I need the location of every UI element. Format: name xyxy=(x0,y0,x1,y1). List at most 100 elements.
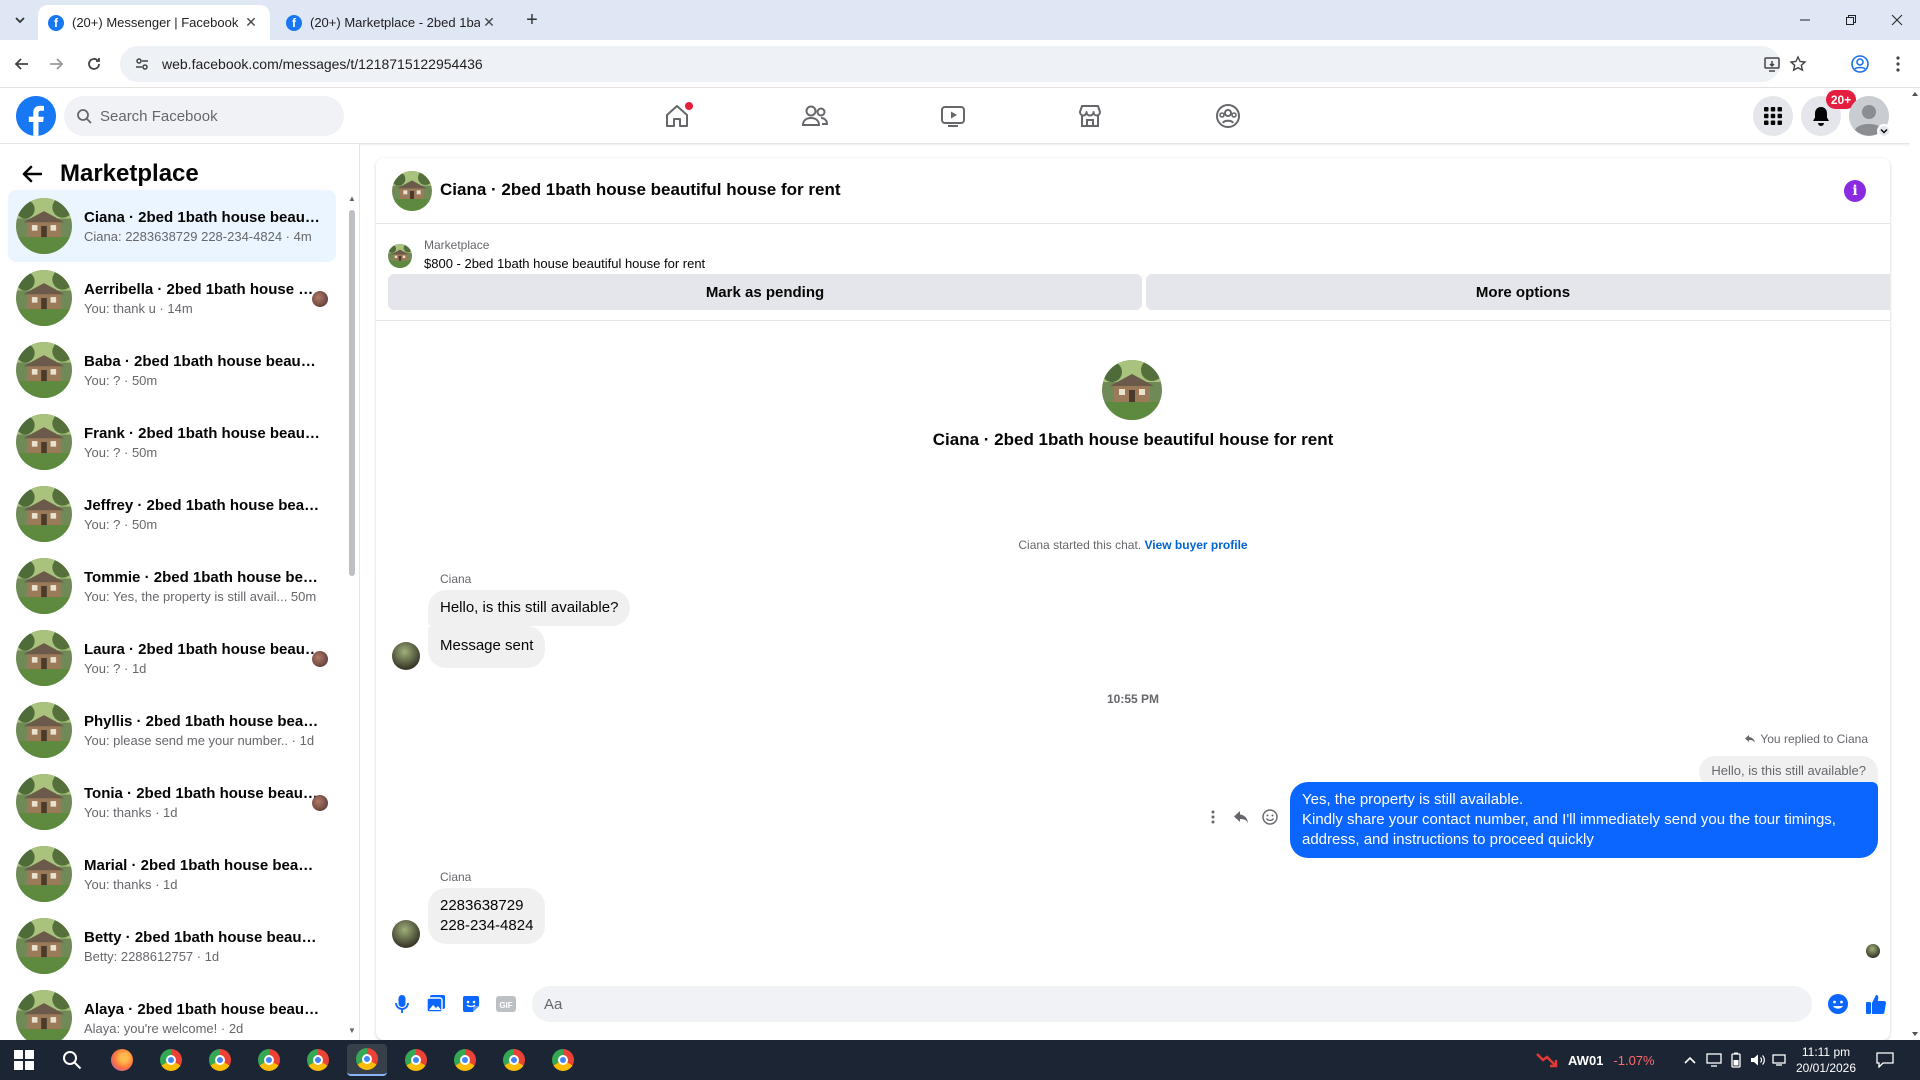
volume-icon[interactable] xyxy=(1750,1050,1766,1070)
forward-button[interactable] xyxy=(44,52,68,76)
chrome-taskbar-icon[interactable] xyxy=(249,1044,289,1076)
address-bar[interactable]: web.facebook.com/messages/t/121871512295… xyxy=(120,46,1807,82)
sender-avatar[interactable] xyxy=(392,920,420,948)
conversation-item[interactable]: Jeffrey · 2bed 1bath house beautiful hou… xyxy=(8,478,336,550)
conversation-text: Frank · 2bed 1bath house beautiful house… xyxy=(84,425,320,460)
sender-name: Ciana xyxy=(440,572,472,586)
page-scrollbar[interactable] xyxy=(1910,88,1920,1040)
menu-grid-button[interactable] xyxy=(1753,96,1793,136)
browser-tab-messenger[interactable]: f (20+) Messenger | Facebook ✕ xyxy=(38,5,270,40)
system-clock[interactable]: 11:11 pm 20/01/2026 xyxy=(1786,1044,1866,1076)
sidebar-scrollbar[interactable] xyxy=(349,210,355,576)
microphone-icon[interactable] xyxy=(390,992,414,1016)
facebook-logo-icon[interactable] xyxy=(16,96,56,136)
thumbs-up-icon[interactable] xyxy=(1864,992,1888,1016)
message-input[interactable] xyxy=(544,995,1744,1013)
back-button[interactable] xyxy=(10,52,34,76)
site-info-icon[interactable] xyxy=(134,56,150,72)
chrome-taskbar-icon[interactable] xyxy=(200,1044,240,1076)
reply-icon[interactable] xyxy=(1230,806,1252,828)
reload-button[interactable] xyxy=(82,52,106,76)
chat-avatar[interactable] xyxy=(392,171,432,211)
close-tab-icon[interactable]: ✕ xyxy=(480,14,498,32)
chrome-taskbar-icon-active[interactable] xyxy=(347,1044,387,1076)
chrome-taskbar-icon[interactable] xyxy=(396,1044,436,1076)
message-more-icon[interactable] xyxy=(1202,806,1224,828)
display-icon[interactable] xyxy=(1772,1050,1786,1070)
incoming-message[interactable]: 2283638729 228-234-4824 xyxy=(428,888,546,944)
clock-date: 20/01/2026 xyxy=(1795,1061,1857,1075)
sender-avatar[interactable] xyxy=(392,642,420,670)
windows-start-icon[interactable] xyxy=(14,1050,34,1070)
account-avatar[interactable] xyxy=(1849,96,1891,138)
battery-icon[interactable] xyxy=(1730,1050,1742,1070)
incoming-message[interactable]: Message sent xyxy=(428,626,546,668)
restore-window-button[interactable] xyxy=(1828,0,1874,40)
mark-as-pending-button[interactable]: Mark as pending xyxy=(388,274,1142,310)
conversation-name: Marial · 2bed 1bath house beautiful hous… xyxy=(84,856,320,874)
divider xyxy=(376,320,1890,321)
conversation-name: Tommie · 2bed 1bath house beautiful hous… xyxy=(84,568,320,586)
profile-icon[interactable] xyxy=(1848,52,1872,76)
photo-icon[interactable] xyxy=(424,992,448,1016)
nav-groups[interactable] xyxy=(1172,92,1284,140)
conversation-item[interactable]: Betty · 2bed 1bath house beautiful house… xyxy=(8,910,336,982)
emoji-icon[interactable] xyxy=(1826,992,1850,1016)
conversation-item[interactable]: Baba · 2bed 1bath house beautiful house … xyxy=(8,334,336,406)
stock-widget[interactable]: AW01 -1.07% xyxy=(1536,1050,1655,1070)
conversation-item[interactable]: Ciana · 2bed 1bath house beautiful house… xyxy=(8,190,336,262)
tab-search-chevron-icon[interactable] xyxy=(8,8,32,32)
minimize-window-button[interactable] xyxy=(1782,0,1828,40)
browser-tab-marketplace[interactable]: f (20+) Marketplace - 2bed 1bath ✕ xyxy=(276,5,508,40)
notification-center-icon[interactable] xyxy=(1876,1050,1894,1070)
tray-chevron-icon[interactable] xyxy=(1684,1050,1696,1070)
conversation-item[interactable]: Alaya · 2bed 1bath house beautiful house… xyxy=(8,982,336,1040)
conversation-item[interactable]: Tonia · 2bed 1bath house beautiful house… xyxy=(8,766,336,838)
stock-down-chart-icon xyxy=(1536,1053,1558,1068)
scroll-down-arrow-icon[interactable]: ▼ xyxy=(347,1026,357,1036)
view-buyer-profile-link[interactable]: View buyer profile xyxy=(1144,538,1247,552)
scroll-up-arrow-icon[interactable]: ▲ xyxy=(347,194,357,204)
react-emoji-icon[interactable] xyxy=(1259,806,1281,828)
nav-friends[interactable] xyxy=(759,92,871,140)
close-tab-icon[interactable]: ✕ xyxy=(242,14,260,32)
nav-video[interactable] xyxy=(897,92,1009,140)
conversation-avatar xyxy=(16,990,72,1040)
conversation-item[interactable]: Frank · 2bed 1bath house beautiful house… xyxy=(8,406,336,478)
conversation-item[interactable]: Marial · 2bed 1bath house beautiful hous… xyxy=(8,838,336,910)
nav-home[interactable] xyxy=(621,92,733,140)
message-input-box[interactable] xyxy=(532,986,1812,1022)
gif-icon[interactable]: GIF xyxy=(494,992,518,1016)
search-input[interactable] xyxy=(100,107,320,125)
incoming-message[interactable]: Hello, is this still available? xyxy=(428,590,631,626)
chrome-taskbar-icon[interactable] xyxy=(151,1044,191,1076)
close-window-button[interactable] xyxy=(1874,0,1920,40)
chrome-taskbar-icon[interactable] xyxy=(298,1044,338,1076)
conversation-text: Tommie · 2bed 1bath house beautiful hous… xyxy=(84,569,320,604)
browser-menu-icon[interactable] xyxy=(1886,52,1910,76)
conversation-list: Ciana · 2bed 1bath house beautiful house… xyxy=(8,190,336,1040)
back-arrow-icon[interactable] xyxy=(18,160,46,188)
more-options-button[interactable]: More options xyxy=(1146,274,1890,310)
nav-marketplace[interactable] xyxy=(1034,92,1146,140)
install-app-icon[interactable] xyxy=(1760,52,1784,76)
chrome-taskbar-icon[interactable] xyxy=(543,1044,583,1076)
bookmark-star-icon[interactable] xyxy=(1786,52,1810,76)
new-tab-button[interactable]: + xyxy=(520,8,544,32)
conversation-preview: You: thank u · 14m xyxy=(84,300,193,316)
conversation-item[interactable]: Laura · 2bed 1bath house beautiful house… xyxy=(8,622,336,694)
facebook-search-box[interactable] xyxy=(64,96,344,136)
network-icon[interactable] xyxy=(1706,1050,1722,1070)
conversation-item[interactable]: Aerribella · 2bed 1bath house beautiful … xyxy=(8,262,336,334)
chat-title[interactable]: Ciana · 2bed 1bath house beautiful house… xyxy=(440,180,841,200)
conversation-item[interactable]: Phyllis · 2bed 1bath house beautiful hou… xyxy=(8,694,336,766)
outgoing-message[interactable]: Yes, the property is still available. Ki… xyxy=(1290,782,1878,858)
search-taskbar-icon[interactable] xyxy=(52,1044,92,1076)
info-icon[interactable]: i xyxy=(1844,180,1866,202)
sticker-icon[interactable] xyxy=(459,992,483,1016)
chrome-taskbar-icon[interactable] xyxy=(494,1044,534,1076)
seen-receipt-avatar xyxy=(1866,944,1880,958)
firefox-taskbar-icon[interactable] xyxy=(102,1044,142,1076)
chrome-taskbar-icon[interactable] xyxy=(445,1044,485,1076)
conversation-item[interactable]: Tommie · 2bed 1bath house beautiful hous… xyxy=(8,550,336,622)
